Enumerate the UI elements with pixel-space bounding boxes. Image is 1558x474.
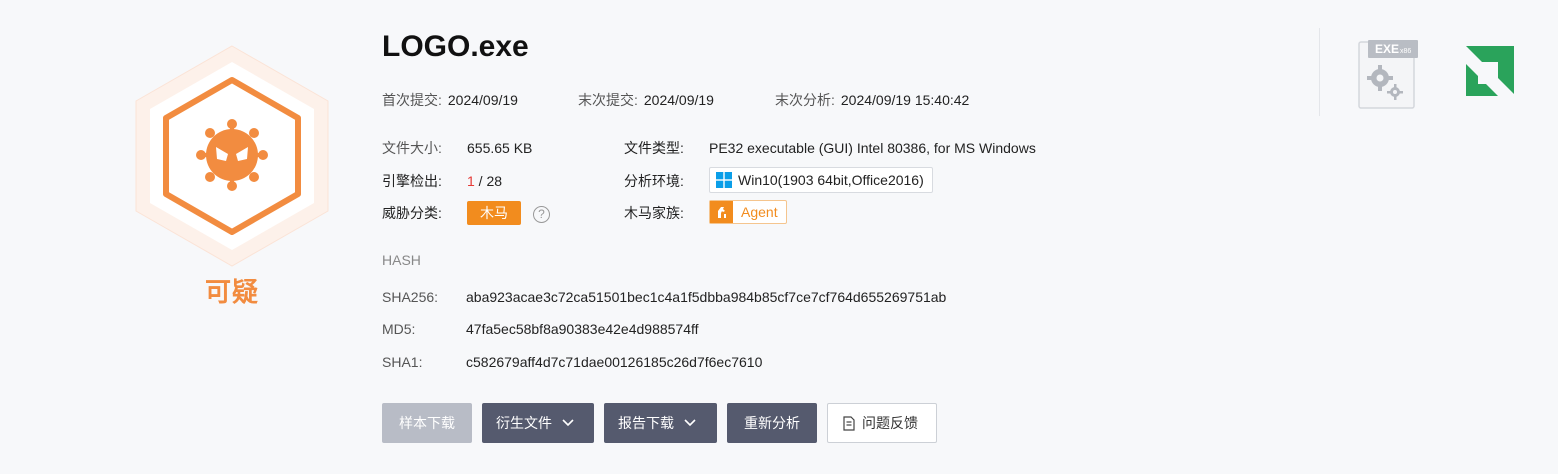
reanalyze-label: 重新分析 bbox=[744, 415, 800, 431]
verdict-label: 可疑 bbox=[204, 277, 259, 307]
threat-class-value: 木马? bbox=[467, 200, 550, 226]
file-size-value: 655.65 KB bbox=[467, 140, 533, 156]
verdict-badge: 可疑 bbox=[124, 40, 340, 308]
family-text: Agent bbox=[741, 204, 778, 220]
exe-label: EXE bbox=[1375, 42, 1399, 56]
exe-gear-file-icon: EXE x86 bbox=[1358, 40, 1418, 109]
md5-row: MD5: 47fa5ec58bf8a90383e42e4d988574ff bbox=[382, 321, 699, 337]
family-tag[interactable]: Agent bbox=[709, 200, 787, 224]
file-size-row: 文件大小: bbox=[382, 135, 442, 161]
first-submit: 首次提交: 2024/09/19 bbox=[382, 90, 518, 110]
trojan-horse-icon bbox=[710, 201, 733, 223]
exe-sublabel: x86 bbox=[1400, 48, 1411, 55]
md5-label: MD5: bbox=[382, 321, 416, 337]
sha256-row: SHA256: aba923acae3c72ca51501bec1c4a1f5db… bbox=[382, 289, 946, 305]
sha256-value[interactable]: aba923acae3c72ca51501bec1c4a1f5dbba984b8… bbox=[466, 289, 946, 305]
hash-heading: HASH bbox=[382, 252, 421, 268]
file-type-value: PE32 executable (GUI) Intel 80386, for M… bbox=[709, 140, 1036, 156]
file-size-label: 文件大小: bbox=[382, 140, 442, 156]
report-download-label: 报告下载 bbox=[618, 415, 674, 431]
sample-download-button[interactable]: 样本下载 bbox=[382, 403, 472, 443]
engine-detected-count: 1 bbox=[467, 173, 475, 189]
last-analysis-value: 2024/09/19 15:40:42 bbox=[840, 92, 970, 108]
sample-download-label: 样本下载 bbox=[399, 415, 455, 431]
sha1-value[interactable]: c582679aff4d7c71dae00126185c26d7f6ec7610 bbox=[466, 354, 762, 370]
last-submit-value: 2024/09/19 bbox=[643, 92, 714, 108]
windows-icon bbox=[716, 172, 732, 188]
trojan-family-value: Agent bbox=[709, 200, 787, 226]
question-circle-icon[interactable]: ? bbox=[533, 205, 550, 223]
feedback-label: 问题反馈 bbox=[862, 415, 918, 431]
green-brand-logo-icon bbox=[1466, 46, 1514, 96]
sha1-row: SHA1: c582679aff4d7c71dae00126185c26d7f6e… bbox=[382, 354, 762, 370]
last-submit: 末次提交: 2024/09/19 bbox=[578, 90, 714, 110]
env-text: Win10(1903 64bit,Office2016) bbox=[738, 172, 924, 188]
file-type-label: 文件类型: bbox=[624, 140, 684, 156]
analysis-env-value: Win10(1903 64bit,Office2016) bbox=[709, 167, 933, 193]
engine-detect-value: 1 / 28 bbox=[467, 168, 502, 194]
threat-tag[interactable]: 木马 bbox=[467, 201, 521, 225]
md5-value[interactable]: 47fa5ec58bf8a90383e42e4d988574ff bbox=[466, 321, 699, 337]
chevron-down-icon bbox=[684, 419, 696, 427]
derived-files-button[interactable]: 衍生文件 bbox=[482, 403, 594, 443]
chevron-down-icon bbox=[562, 419, 574, 427]
document-icon bbox=[843, 415, 855, 431]
sha1-label: SHA1: bbox=[382, 354, 423, 370]
action-bar: 样本下载 衍生文件 报告下载 重新分析 问题反馈 bbox=[382, 403, 937, 443]
last-analysis-label: 末次分析: bbox=[775, 92, 835, 108]
reanalyze-button[interactable]: 重新分析 bbox=[727, 403, 817, 443]
feedback-button[interactable]: 问题反馈 bbox=[827, 403, 937, 443]
file-name-title: LOGO.exe bbox=[382, 30, 529, 63]
threat-class-label: 威胁分类: bbox=[382, 205, 442, 221]
engine-detect-label: 引擎检出: bbox=[382, 173, 442, 189]
last-submit-label: 末次提交: bbox=[578, 92, 638, 108]
first-submit-label: 首次提交: bbox=[382, 92, 442, 108]
trojan-family-label: 木马家族: bbox=[624, 205, 684, 221]
virus-hexagon-icon bbox=[135, 45, 329, 267]
vertical-divider bbox=[1319, 28, 1320, 116]
report-download-button[interactable]: 报告下载 bbox=[604, 403, 717, 443]
engine-total-count: / 28 bbox=[474, 173, 503, 189]
derived-files-label: 衍生文件 bbox=[496, 415, 552, 431]
last-analysis: 末次分析: 2024/09/19 15:40:42 bbox=[775, 90, 969, 110]
analysis-env-label: 分析环境: bbox=[624, 173, 684, 189]
first-submit-value: 2024/09/19 bbox=[447, 92, 518, 108]
env-badge: Win10(1903 64bit,Office2016) bbox=[709, 167, 933, 193]
sha256-label: SHA256: bbox=[382, 289, 439, 305]
